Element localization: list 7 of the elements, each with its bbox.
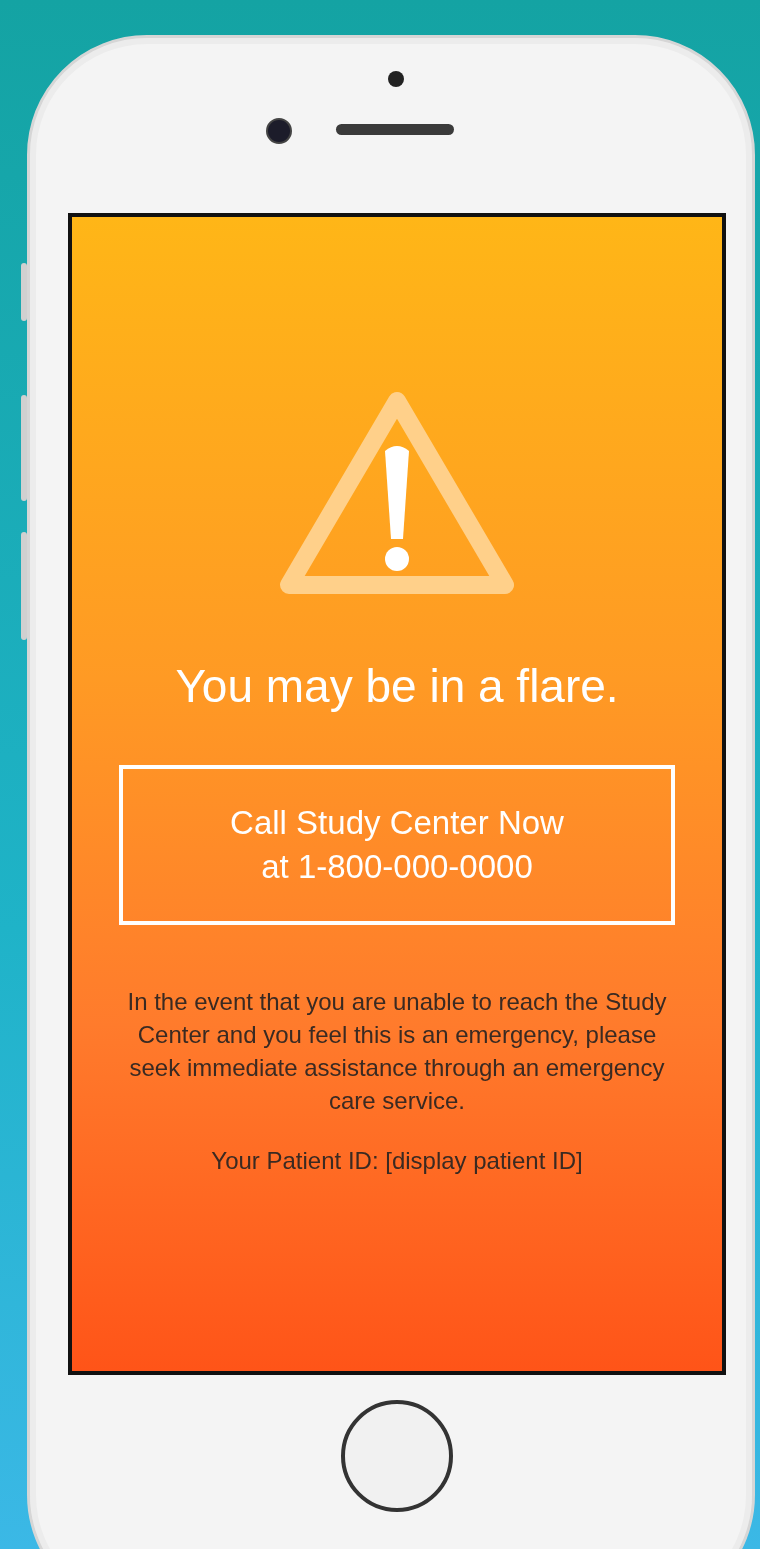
speaker-icon — [336, 124, 454, 135]
camera-icon — [266, 118, 292, 144]
sensor-icon — [388, 71, 404, 87]
patient-id: Your Patient ID: [display patient ID] — [211, 1147, 583, 1175]
call-button[interactable]: Call Study Center Now at 1-800-000-0000 — [119, 765, 675, 925]
alert-message: In the event that you are unable to reach the Study Center and you feel this is an emergency, please seek immediate assistance through an emergency care service. — [126, 987, 668, 1116]
alert-title: You may be in a flare. — [175, 659, 619, 713]
